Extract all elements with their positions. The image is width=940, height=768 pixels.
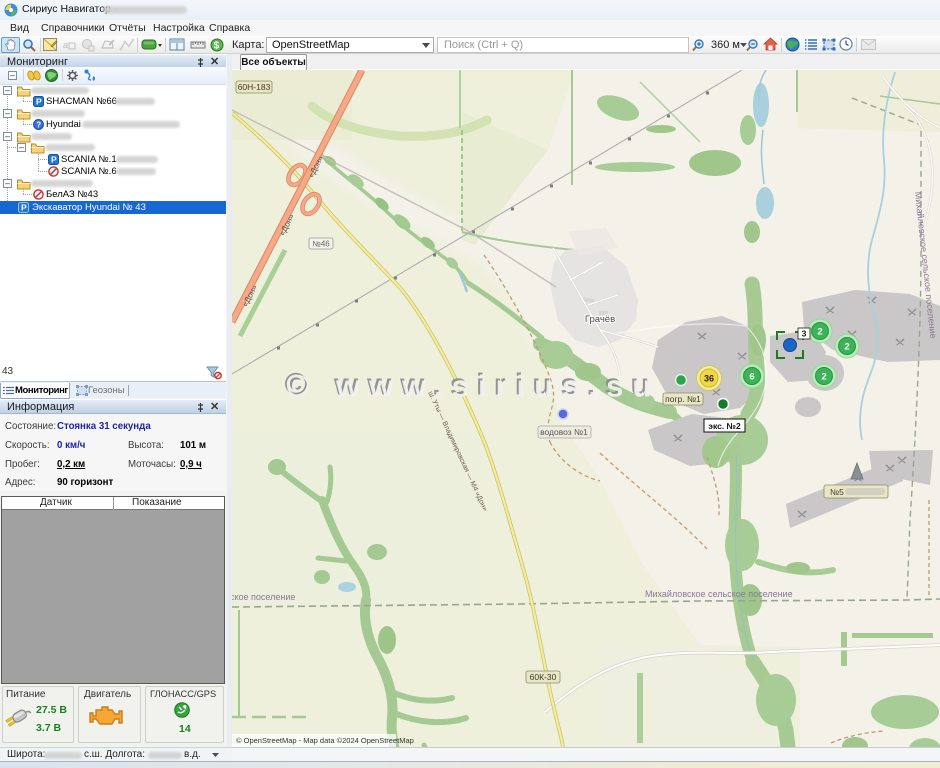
svg-text:P: P <box>36 97 42 107</box>
svg-text:Михайловское сельское поселени: Михайловское сельское поселение <box>645 589 793 599</box>
svg-text:© www.sirius.su: © www.sirius.su <box>287 369 661 404</box>
svg-text:P: P <box>51 155 57 165</box>
svg-text:P: P <box>21 203 27 213</box>
svg-text:№5: №5 <box>830 487 844 497</box>
svg-text:2: 2 <box>821 372 826 383</box>
svg-text:60К-30: 60К-30 <box>530 672 557 682</box>
svg-text:Грачёв: Грачёв <box>585 314 615 325</box>
svg-text:водовоз №1: водовоз №1 <box>540 427 588 437</box>
svg-text:© OpenStreetMap - Map data ©20: © OpenStreetMap - Map data ©2024 OpenStr… <box>236 736 414 745</box>
svg-text:ское поселение: ское поселение <box>232 592 295 602</box>
svg-text:60Н-183: 60Н-183 <box>238 82 271 92</box>
svg-text:a: a <box>63 40 68 50</box>
svg-text:2: 2 <box>817 327 822 338</box>
svg-text:№46: №46 <box>312 240 330 249</box>
svg-text:погр. №1: погр. №1 <box>665 394 701 404</box>
svg-text:2: 2 <box>844 342 849 353</box>
svg-text:6: 6 <box>749 372 754 383</box>
svg-text:3: 3 <box>802 329 807 339</box>
svg-text:36: 36 <box>704 374 714 384</box>
svg-text:экс. №2: экс. №2 <box>708 421 741 431</box>
svg-text:?: ? <box>36 120 41 129</box>
svg-text:$: $ <box>214 40 220 51</box>
